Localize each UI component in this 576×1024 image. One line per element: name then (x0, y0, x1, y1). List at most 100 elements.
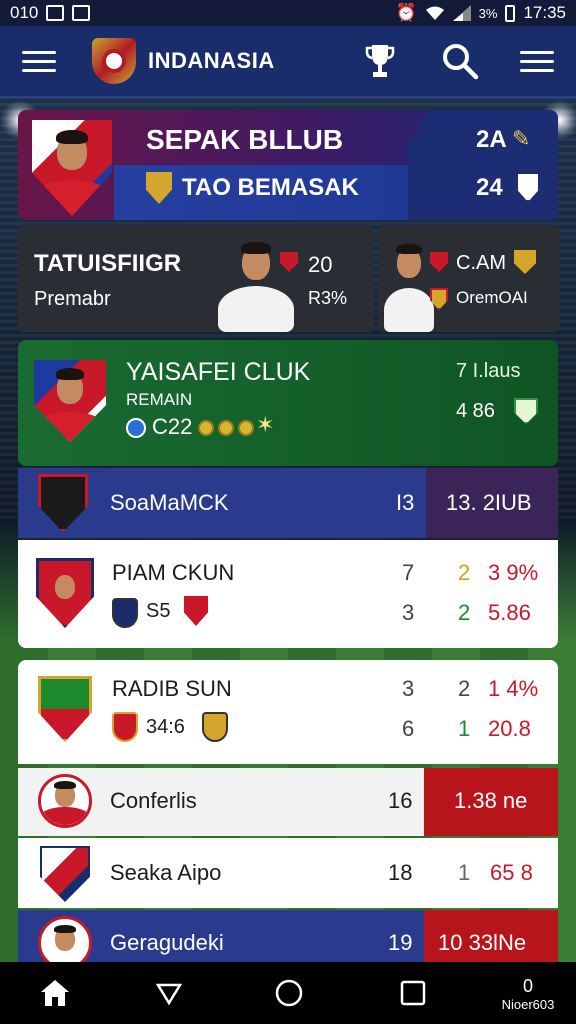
side-player-card[interactable]: C.AM OremOAI (378, 226, 560, 332)
notification-icon (46, 5, 65, 21)
featured-club-card[interactable]: SEPAK BLLUB TAO BEMASAK 2A ✎ 24 (18, 110, 558, 220)
battery-percent: 3% (478, 5, 498, 21)
app-title: INDANASIA (148, 48, 275, 73)
home-icon[interactable] (38, 976, 72, 1010)
system-nav-bar: 0 Nioer603 (0, 962, 576, 1024)
row-a2: 2 (458, 676, 471, 701)
row-sub: 34:6 (146, 716, 185, 738)
globe-icon (126, 418, 146, 438)
club-badge-icon (202, 712, 228, 742)
feature-subtitle: Premabr (34, 288, 111, 310)
feature-card[interactable]: TATUISFIIGR Premabr 20 R3% (18, 226, 374, 332)
list-name: Geragudeki (110, 930, 224, 955)
side-label-top: C.AM (456, 252, 506, 274)
club-badge-icon (112, 598, 138, 628)
club-stat-bottom: 4 86 (456, 400, 495, 422)
status-bar: 010 ⏰ 3% 17:35 (0, 0, 576, 26)
table-row[interactable]: PIAM CKUN S5 7 2 3 9% 3 2 5.86 (18, 540, 558, 648)
club-badge-icon (38, 474, 88, 532)
alarm-icon: ⏰ (395, 3, 417, 22)
coin-icon (238, 420, 254, 436)
status-time: 17:35 (523, 3, 566, 22)
row-b2: 2 (458, 600, 471, 625)
list-num: 16 (388, 788, 413, 813)
nav-extra-label: Nioer603 (501, 997, 555, 1012)
player-portrait (34, 360, 106, 442)
row-sub: S5 (146, 600, 171, 622)
search-icon[interactable] (440, 41, 480, 81)
wifi-icon (425, 6, 444, 20)
table-row[interactable]: RADIB SUN 34:6 3 2 1 4% 6 1 20.8 (18, 660, 558, 764)
list-item[interactable]: Geragudeki 19 10 33lNe (18, 910, 558, 962)
row-a1: 7 (402, 560, 415, 585)
row-a3: 1 4% (488, 676, 539, 701)
club-name: YAISAFEI CLUK (126, 358, 311, 386)
overflow-menu-icon[interactable] (520, 50, 554, 72)
nav-extra-icon: 0 (522, 976, 533, 996)
club-badge-icon (184, 596, 208, 626)
list-num: 19 (388, 930, 413, 955)
battery-icon (505, 4, 516, 22)
menu-icon[interactable] (22, 50, 56, 72)
club-badge-icon (112, 712, 138, 742)
signal-icon (452, 5, 471, 21)
hero-stat-bottom: 24 (476, 174, 503, 201)
avatar (38, 916, 92, 962)
club-code: C22 (152, 414, 193, 439)
table-header-row[interactable]: SoaMaMCK I3 13. 2IUB (18, 468, 558, 538)
player-percent: R3% (308, 288, 348, 308)
club-subtitle: TAO BEMASAK (182, 174, 359, 201)
notification-icon (72, 5, 91, 21)
list-value: 10 33lNe (438, 930, 527, 955)
list-name: Conferlis (110, 788, 197, 813)
header-count: I3 (396, 490, 415, 515)
shield-icon (514, 398, 538, 424)
list-item[interactable]: Conferlis 16 1.38 ne (18, 768, 558, 836)
club-name: SEPAK BLLUB (146, 124, 344, 155)
profile-nav-item[interactable]: 0 Nioer603 (490, 976, 566, 1012)
club-badge-icon (514, 250, 536, 274)
list-mid: 1 (458, 860, 471, 885)
circle-home-icon[interactable] (272, 976, 306, 1010)
player-photo (384, 240, 434, 332)
avatar (38, 774, 92, 828)
list-num: 18 (388, 860, 413, 885)
hero-stat-top: 2A (476, 126, 507, 153)
header-label: SoaMaMCK (110, 490, 229, 515)
list-name: Seaka Aipo (110, 860, 222, 885)
club-crest-icon (36, 558, 94, 628)
club-stat-top: 7 I.laus (456, 360, 521, 382)
trophy-icon[interactable] (360, 41, 400, 81)
row-name: PIAM CKUN (112, 560, 235, 585)
club-sub: REMAIN (126, 390, 193, 409)
feature-title: TATUISFIIGR (34, 250, 182, 277)
club-crest-icon (40, 846, 90, 902)
club-crest-icon (38, 676, 92, 742)
sparkle-icon: ✶ (256, 412, 275, 437)
side-label-bottom: OremOAI (456, 288, 528, 307)
list-value: 1.38 ne (454, 788, 528, 813)
coin-icon (198, 420, 214, 436)
list-item[interactable]: Seaka Aipo 18 1 65 8 (18, 838, 558, 908)
row-b2: 1 (458, 716, 471, 741)
back-icon[interactable] (152, 976, 186, 1010)
edit-icon[interactable]: ✎ (512, 126, 530, 152)
header-value: 13. 2IUB (446, 490, 532, 515)
row-a1: 3 (402, 676, 415, 701)
coin-icon (218, 420, 234, 436)
row-a3: 3 9% (488, 560, 539, 585)
top-app-bar: INDANASIA (0, 26, 576, 98)
player-value: 20 (308, 252, 333, 277)
row-name: RADIB SUN (112, 676, 232, 701)
status-left-text: 010 (10, 3, 39, 22)
row-b3: 20.8 (488, 716, 531, 741)
list-value: 65 8 (490, 860, 533, 885)
row-b1: 6 (402, 716, 415, 741)
row-b1: 3 (402, 600, 415, 625)
app-logo (92, 38, 136, 84)
club-card[interactable]: YAISAFEI CLUK REMAIN C22 ✶ 7 I.laus 4 86 (18, 340, 558, 466)
recents-icon[interactable] (396, 976, 430, 1010)
row-b3: 5.86 (488, 600, 531, 625)
row-a2: 2 (458, 560, 471, 585)
player-portrait (32, 120, 112, 216)
